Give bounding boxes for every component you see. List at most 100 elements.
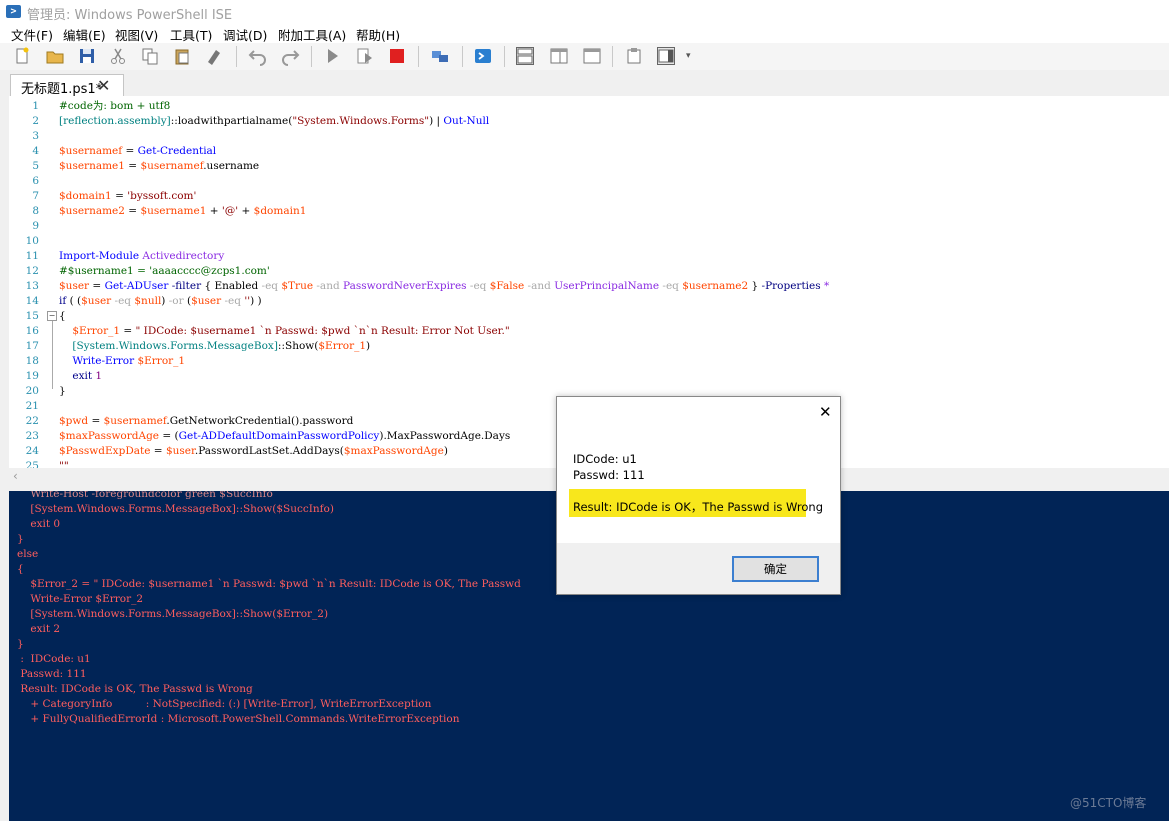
code-line: 10: [9, 234, 1159, 249]
dialog-result-text: Result: IDCode is OK，The Passwd is Wrong: [573, 500, 823, 514]
code-text: "": [59, 460, 69, 468]
console-line: [System.Windows.Forms.MessageBox]::Show(…: [17, 503, 334, 515]
code-text: }: [59, 385, 66, 397]
code-line: 5 $username1 = $usernamef.username: [9, 159, 1159, 174]
code-text: $pwd = $usernamef.GetNetworkCredential()…: [59, 415, 354, 427]
toolbar-separator: [612, 46, 613, 67]
code-line: 16 $Error_1 = " IDCode: $username1 `n Pa…: [9, 324, 1159, 339]
save-icon[interactable]: [77, 46, 97, 66]
line-number: 5: [32, 160, 39, 172]
menu-view[interactable]: 视图(V): [115, 25, 158, 44]
new-icon[interactable]: [12, 46, 32, 66]
dialog-footer: 确定: [557, 543, 840, 594]
menu-edit[interactable]: 编辑(E): [63, 25, 106, 44]
code-text: #$username1 = 'aaaacccc@zcps1.com': [59, 265, 270, 277]
toolbar-separator: [311, 46, 312, 67]
menu-bar: 文件(F) 编辑(E) 视图(V) 工具(T) 调试(D) 附加工具(A) 帮助…: [0, 24, 1169, 43]
code-line: 11 Import-Module Activedirectory: [9, 249, 1159, 264]
line-number: 12: [25, 265, 39, 277]
code-line: 3: [9, 129, 1159, 144]
redo-icon[interactable]: [280, 46, 300, 66]
cut-icon[interactable]: [108, 46, 128, 66]
line-number: 3: [32, 130, 39, 142]
message-box: ✕ IDCode: u1 Passwd: 111 Result: IDCode …: [556, 396, 841, 595]
ok-button[interactable]: 确定: [732, 556, 819, 582]
clear-icon[interactable]: [204, 46, 224, 66]
code-line: 17 [System.Windows.Forms.MessageBox]::Sh…: [9, 339, 1159, 354]
layout-max-icon[interactable]: [582, 46, 602, 66]
line-number: 7: [32, 190, 39, 202]
code-text: Import-Module Activedirectory: [59, 250, 225, 262]
tab-label: 无标题1.ps1*: [21, 82, 103, 97]
code-line: 8 $username2 = $username1 + '@' + $domain…: [9, 204, 1159, 219]
left-gutter: [0, 96, 9, 821]
code-text: #code为: bom + utf8: [59, 100, 171, 112]
line-number: 18: [25, 355, 39, 367]
toolbar-overflow-icon[interactable]: ▾: [686, 51, 691, 61]
code-line: 2 [reflection.assembly]::loadwithpartialn…: [9, 114, 1159, 129]
tab-strip: 无标题1.ps1* ✕: [0, 70, 1169, 97]
paste-icon[interactable]: [172, 46, 192, 66]
line-number: 20: [25, 385, 39, 397]
menu-help[interactable]: 帮助(H): [356, 25, 400, 44]
undo-icon[interactable]: [248, 46, 268, 66]
console-line: Passwd: 111: [17, 668, 87, 680]
code-text: exit 1: [72, 370, 103, 382]
line-number: 4: [32, 145, 39, 157]
tab-untitled1[interactable]: 无标题1.ps1* ✕: [10, 74, 124, 97]
close-icon[interactable]: ✕: [97, 76, 110, 95]
layout-right-icon[interactable]: [549, 46, 569, 66]
console-line: Result: IDCode is OK, The Passwd is Wron…: [17, 683, 253, 695]
line-number: 11: [25, 250, 39, 262]
menu-debug[interactable]: 调试(D): [223, 25, 267, 44]
run-selection-icon[interactable]: [355, 46, 375, 66]
code-text: $user = Get-ADUser -filter { Enabled -eq…: [59, 280, 830, 292]
line-number: 21: [25, 400, 39, 412]
code-text: $maxPasswordAge = (Get-ADDefaultDomainPa…: [59, 430, 511, 442]
commands-icon[interactable]: [624, 46, 644, 66]
console-line: $Error_2 = " IDCode: $username1 `n Passw…: [17, 578, 521, 590]
stop-icon[interactable]: [387, 46, 407, 66]
addon-icon[interactable]: [656, 46, 676, 66]
console-line: exit 0: [17, 518, 61, 530]
dialog-passwd-text: Passwd: 111: [573, 468, 645, 482]
open-icon[interactable]: [45, 46, 65, 66]
console-line: exit 2: [17, 623, 61, 635]
code-line: 7 $domain1 = 'byssoft.com': [9, 189, 1159, 204]
code-text: Write-Error $Error_1: [72, 355, 186, 367]
code-text: [System.Windows.Forms.MessageBox]::Show(…: [72, 340, 371, 352]
console-line: + CategoryInfo : NotSpecified: (:) [Writ…: [17, 698, 432, 710]
layout-top-icon[interactable]: [515, 46, 535, 66]
copy-icon[interactable]: [140, 46, 160, 66]
line-number: 10: [25, 235, 39, 247]
line-number: 13: [25, 280, 39, 292]
dialog-idcode-text: IDCode: u1: [573, 452, 637, 466]
menu-tools[interactable]: 工具(T): [170, 25, 212, 44]
console-line: else: [17, 548, 39, 560]
run-icon[interactable]: [322, 46, 342, 66]
toolbar-separator: [236, 46, 237, 67]
line-number: 9: [32, 220, 39, 232]
code-line: 1 #code为: bom + utf8: [9, 99, 1159, 114]
remote-icon[interactable]: [430, 46, 450, 66]
line-number: 2: [32, 115, 39, 127]
menu-addons[interactable]: 附加工具(A): [278, 25, 346, 44]
code-line: 12 #$username1 = 'aaaacccc@zcps1.com': [9, 264, 1159, 279]
toolbar-separator: [504, 46, 505, 67]
code-text: $PasswdExpDate = $user.PasswordLastSet.A…: [59, 445, 448, 457]
line-number: 6: [32, 175, 39, 187]
line-number: 17: [25, 340, 39, 352]
toolbar: ▾: [0, 43, 1169, 71]
close-icon[interactable]: ✕: [819, 403, 832, 421]
line-number: 22: [25, 415, 39, 427]
scroll-left-icon[interactable]: ‹: [13, 469, 18, 483]
title-bar: > 管理员: Windows PowerShell ISE: [0, 0, 1169, 24]
powershell-icon[interactable]: [473, 46, 493, 66]
code-text: $usernamef = Get-Credential: [59, 145, 217, 157]
console-line: [System.Windows.Forms.MessageBox]::Show(…: [17, 608, 329, 620]
watermark: @51CTO博客: [1070, 796, 1147, 810]
code-text: $domain1 = 'byssoft.com': [59, 190, 197, 202]
line-number: 1: [32, 100, 39, 112]
menu-file[interactable]: 文件(F): [11, 25, 53, 44]
console-line: }: [17, 533, 24, 545]
